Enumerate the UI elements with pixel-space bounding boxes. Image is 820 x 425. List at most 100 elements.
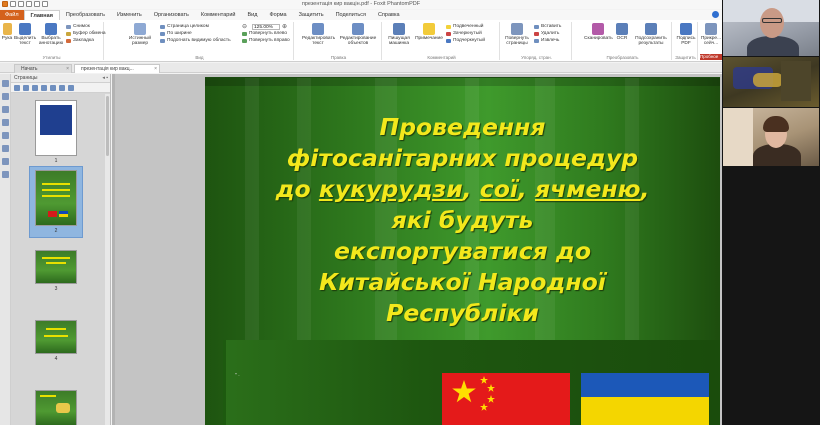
snapshot-button[interactable]: Снимок <box>66 24 90 30</box>
content-panel-icon[interactable] <box>2 171 9 178</box>
title-line: які будуть <box>391 206 534 234</box>
document-canvas[interactable]: Проведення фітосанітарних процедур до ку… <box>112 74 722 425</box>
note-button[interactable]: Примечание <box>414 23 444 41</box>
ribbon-group-comment: Пишущая машинка Примечание Подвеченный З… <box>384 22 500 60</box>
layers-panel-icon[interactable] <box>2 158 9 165</box>
participant-video-2[interactable] <box>723 57 819 107</box>
underline-button[interactable]: Подчеркнутый <box>446 38 485 44</box>
hand-tool-button[interactable]: Рука <box>0 23 14 41</box>
pin-icon[interactable]: ◂ ▪ <box>102 74 108 83</box>
delete-page-button[interactable]: Удалить <box>534 31 559 37</box>
comments-panel-icon[interactable] <box>2 106 9 113</box>
word-soy: сої <box>479 175 518 203</box>
menu-view[interactable]: Вид <box>242 10 264 20</box>
rotate-pages-button[interactable]: Повернуть страницы <box>502 23 532 46</box>
zoom-thumb-in-icon[interactable] <box>68 85 74 91</box>
tab-document[interactable]: презентація кир вакц... × <box>74 64 160 73</box>
edit-text-icon <box>312 23 324 35</box>
ribbon-group-tools: Рука Выделить текст Выбрать аннотацию Сн… <box>0 22 106 60</box>
zoom-thumb-out-icon[interactable] <box>59 85 65 91</box>
tab-start[interactable]: Начать × <box>14 64 72 73</box>
edit-object-button[interactable]: Редактирование объектов <box>338 23 378 46</box>
close-tab-icon[interactable]: × <box>66 65 69 73</box>
fit-page-button[interactable]: Страница целиком <box>160 24 209 30</box>
page-thumbnail-5[interactable] <box>29 390 83 425</box>
zoom-in-icon[interactable]: ⊕ <box>282 24 287 30</box>
slide-page-2: Проведення фітосанітарних процедур до ку… <box>205 77 720 425</box>
scrollbar-thumb[interactable] <box>106 96 109 156</box>
pages-panel: Страницы ◂ ▪ 1 2 3 4 <box>11 74 111 425</box>
sign-pdf-button[interactable]: Подпись PDF <box>674 23 698 46</box>
panel-splitter[interactable] <box>112 74 115 425</box>
ribbon-group-protect: Подпись PDF Защитить <box>674 22 698 60</box>
page-thumbnail-3[interactable]: 3 <box>29 250 83 292</box>
searchable-results-button[interactable]: Подсохранить результаты <box>632 23 670 46</box>
group-label-pages: Упоряд. стран. <box>521 55 552 60</box>
menu-organize[interactable]: Организовать <box>148 10 195 20</box>
pages-panel-header: Страницы ◂ ▪ <box>11 74 110 83</box>
bookmark-button[interactable]: Закладка <box>66 38 94 44</box>
pages-scrollbar[interactable] <box>105 94 110 425</box>
ocr-button[interactable]: OCR <box>614 23 630 41</box>
edit-text-button[interactable]: Редактировать текст <box>302 23 335 46</box>
attachments-panel-icon[interactable] <box>2 119 9 126</box>
zoom-input[interactable]: 125.00% <box>252 24 280 30</box>
ribbon-group-pages: Повернуть страницы Вставить Удалить Извл… <box>502 22 572 60</box>
title-line: до кукурудзи, сої, ячменю, <box>275 175 650 203</box>
scan-button[interactable]: Сканировать <box>584 23 613 41</box>
help-icon[interactable] <box>712 11 719 18</box>
group-label-protect: Защитить <box>675 55 696 60</box>
extract-page-button[interactable]: Извлечь <box>534 38 559 44</box>
searchable-icon <box>645 23 657 35</box>
menu-convert[interactable]: Преобразовать <box>60 10 111 20</box>
ribbon-group-edit: Редактировать текст Редактирование объек… <box>296 22 382 60</box>
select-annotation-button[interactable]: Выбрать аннотацию <box>37 23 65 46</box>
rotate-right-button[interactable]: Повернуть вправо <box>242 38 290 44</box>
ribbon: Рука Выделить текст Выбрать аннотацию Сн… <box>0 20 722 62</box>
menu-home[interactable]: Главная <box>23 10 60 20</box>
delete-page-icon[interactable] <box>32 85 38 91</box>
rotate-page-icon[interactable] <box>41 85 47 91</box>
select-text-button[interactable]: Выделить текст <box>14 23 36 46</box>
fit-visible-button[interactable]: Подогнать видимую область <box>160 38 231 44</box>
clipboard-button[interactable]: Буфер обмена <box>66 31 106 37</box>
menu-share[interactable]: Поделиться <box>330 10 372 20</box>
menu-protect[interactable]: Защитить <box>293 10 330 20</box>
title-line: Китайської Народної <box>319 268 606 296</box>
insert-page-icon[interactable] <box>23 85 29 91</box>
page-thumbnail-1[interactable]: 1 <box>29 100 83 164</box>
actual-size-button[interactable]: Истинный размер <box>126 23 154 46</box>
rotate-left-button[interactable]: Повернуть влево <box>242 31 287 37</box>
pages-panel-icon[interactable] <box>2 80 9 87</box>
participant-video-1[interactable] <box>723 0 819 56</box>
menu-edit[interactable]: Изменить <box>111 10 148 20</box>
typewriter-button[interactable]: Пишущая машинка <box>386 23 412 46</box>
menu-file[interactable]: Файл <box>0 10 24 20</box>
strikeout-button[interactable]: Зачеркнутый <box>446 31 482 37</box>
attach-button[interactable]: Прикре... сейч... <box>700 23 722 46</box>
zoom-out-icon[interactable]: ⊖ <box>242 24 247 30</box>
ocr-icon <box>616 23 628 35</box>
page-thumbnail-4[interactable]: 4 <box>29 320 83 362</box>
title-line: експортуватися до <box>333 237 592 265</box>
page-thumbnail-2[interactable]: 2 <box>29 166 83 238</box>
trial-badge[interactable]: Пробное <box>700 54 722 60</box>
participant-video-3[interactable] <box>723 108 819 166</box>
insert-page-button[interactable]: Вставить <box>534 24 561 30</box>
close-tab-icon[interactable]: × <box>154 65 157 73</box>
signatures-panel-icon[interactable] <box>2 145 9 152</box>
edit-object-icon <box>352 23 364 35</box>
menu-comment[interactable]: Комментарий <box>195 10 242 20</box>
group-label-view: Вид <box>195 55 204 60</box>
highlight-button[interactable]: Подвеченный <box>446 24 483 30</box>
bookmarks-panel-icon[interactable] <box>2 93 9 100</box>
slide-mark: " · <box>235 373 240 379</box>
fit-width-button[interactable]: По ширине <box>160 31 192 37</box>
extract-page-icon[interactable] <box>50 85 56 91</box>
security-panel-icon[interactable] <box>2 132 9 139</box>
word-corn: кукурудзи <box>318 175 463 203</box>
note-icon <box>423 23 435 35</box>
page-options-icon[interactable] <box>14 85 20 91</box>
menu-help[interactable]: Справка <box>372 10 406 20</box>
menu-form[interactable]: Форма <box>263 10 292 20</box>
